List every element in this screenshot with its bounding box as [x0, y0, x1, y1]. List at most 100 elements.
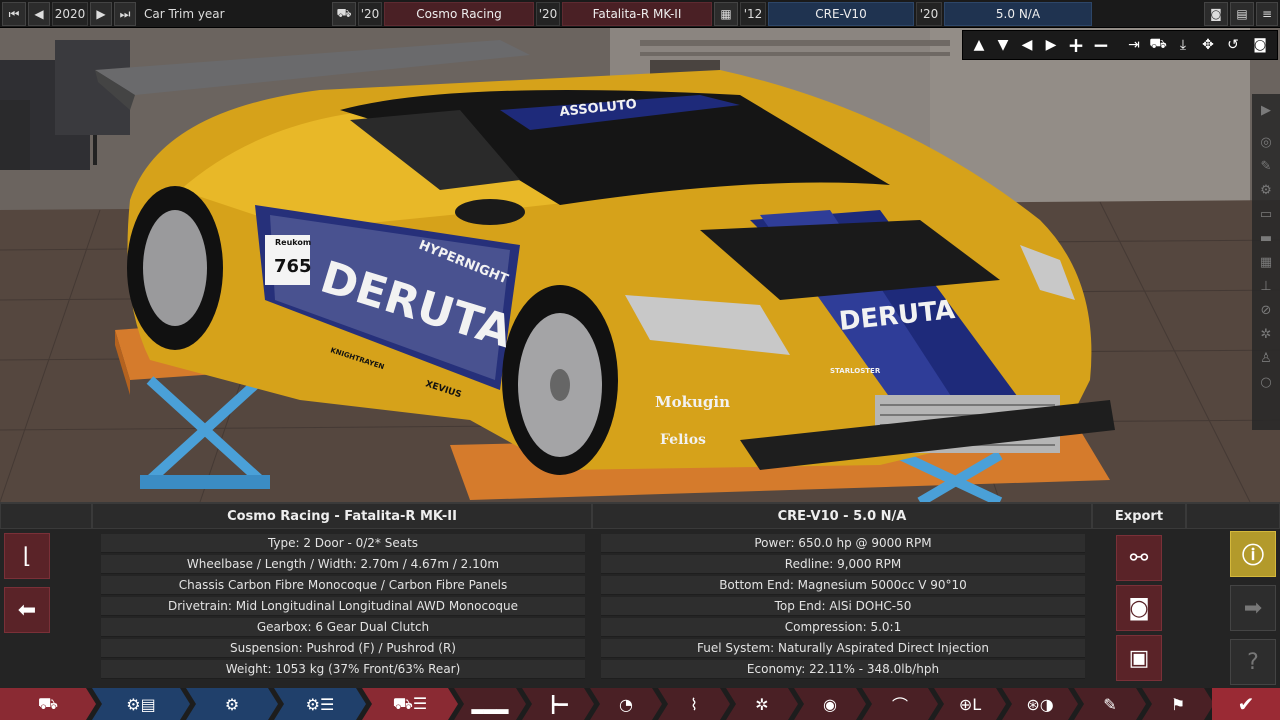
save-button[interactable]: ▣ [1116, 635, 1162, 681]
reset-view-icon[interactable]: ↺ [1222, 34, 1244, 56]
brake-disc-icon: ◉ [823, 694, 837, 714]
trim-year-label: Car Trim year [144, 7, 225, 21]
car-sponsor-felios: Felios [660, 432, 706, 448]
nav-paint[interactable]: ✎ [1074, 688, 1146, 720]
engine-spec-row: Economy: 22.11% - 348.0lb/hph [601, 660, 1085, 679]
nav-suspension[interactable]: ⌇ [658, 688, 730, 720]
grille-icon[interactable]: ▦ [1256, 252, 1276, 272]
engine-family-name[interactable]: CRE-V10 [768, 2, 914, 26]
right-column-header [1186, 503, 1280, 529]
car-view-icon[interactable]: ⛟ [1147, 34, 1169, 56]
car-sponsor-mokugin: Mokugin [655, 393, 730, 411]
left-column-header [0, 503, 92, 529]
nav-wheels[interactable]: ✲ [726, 688, 798, 720]
share-icon: ⚯ [1129, 545, 1149, 571]
nav-engine-tune[interactable]: ⚙☰ [274, 688, 366, 720]
first-year-button[interactable]: ⏮ [2, 2, 26, 26]
play-icon[interactable]: ▶ [1256, 100, 1276, 120]
trim-year-value: 2020 [52, 2, 88, 26]
align-right-icon[interactable]: ⇥ [1123, 34, 1145, 56]
share-button[interactable]: ⚯ [1116, 535, 1162, 581]
rotate-axis-icon[interactable]: ✥ [1197, 34, 1219, 56]
car-spec-row: Drivetrain: Mid Longitudinal Longitudina… [101, 597, 585, 616]
wheel-icon: ✲ [755, 694, 769, 714]
engine-spec-row: Power: 650.0 hp @ 9000 RPM [601, 534, 1085, 553]
car-model-icon[interactable]: ⛟ [332, 2, 356, 26]
engine-tune-icon: ⚙☰ [305, 694, 335, 714]
back-button[interactable]: ⬅ [4, 587, 50, 633]
top-bar: ⏮ ◀ 2020 ▶ ⏭ Car Trim year ⛟ '20 Cosmo R… [0, 0, 1280, 28]
move-up-icon[interactable]: ▲ [968, 34, 990, 56]
engine-family-icon: ⚙▤ [126, 694, 156, 714]
designer-nav-bar: ⛟ ⚙▤ ⚙ ⚙☰ ⛟☰ ▂▂▂ ┣━ ◔ ⌇ ✲ ◉ ⌒ ⊕L ⊛◑ ✎ ⚑ … [0, 688, 1280, 720]
move-left-icon[interactable]: ◀ [1016, 34, 1038, 56]
circle-icon[interactable]: ○ [1256, 372, 1276, 392]
warning-button[interactable]: ⓘ [1230, 531, 1276, 577]
aero-icon: ⌒ [891, 696, 908, 715]
camera-icon[interactable]: ◙ [1204, 2, 1228, 26]
nav-engine-variant[interactable]: ⚙ [186, 688, 278, 720]
nav-chassis[interactable]: ┣━ [522, 688, 594, 720]
engine-icon[interactable]: ⚙ [1256, 180, 1276, 200]
nav-brakes[interactable]: ◉ [794, 688, 866, 720]
car-body-icon: ⛟ [37, 693, 59, 713]
screenshot-icon[interactable]: ◙ [1249, 34, 1271, 56]
move-down-icon[interactable]: ▼ [992, 34, 1014, 56]
nav-test-track[interactable]: ⚑ [1142, 688, 1214, 720]
car-spec-row: Wheelbase / Length / Width: 2.70m / 4.67… [101, 555, 585, 574]
next-button[interactable]: ➡ [1230, 585, 1276, 631]
car-race-number: 765 [274, 256, 312, 277]
spreadsheet-icon[interactable]: ▤ [1230, 2, 1254, 26]
nav-trim[interactable]: ⛟☰ [362, 688, 458, 720]
car-viewport[interactable]: 765 Reukom DERUTA HYPERNIGHT ASSOLUTO DE… [0, 0, 1280, 502]
brake-icon[interactable]: ⊘ [1256, 300, 1276, 320]
car-side-icon[interactable]: ▬ [1256, 228, 1276, 248]
model-name[interactable]: Fatalita-R MK-II [562, 2, 712, 26]
engine-spec-row: Fuel System: Naturally Aspirated Direct … [601, 639, 1085, 658]
paint-icon[interactable]: ✎ [1256, 156, 1276, 176]
camera-icon: ◙ [1128, 595, 1150, 621]
engine-spec-row: Compression: 5.0:1 [601, 618, 1085, 637]
next-year-button[interactable]: ▶ [90, 2, 112, 26]
nav-body-style[interactable]: ▂▂▂ [454, 688, 526, 720]
engine-spec-row: Bottom End: Magnesium 5000cc V 90°10 [601, 576, 1085, 595]
driver-icon[interactable]: ♙ [1256, 348, 1276, 368]
photo-button[interactable]: ◙ [1116, 585, 1162, 631]
drop-icon[interactable]: ⤓ [1172, 34, 1194, 56]
last-year-button[interactable]: ⏭ [114, 2, 136, 26]
move-right-icon[interactable]: ▶ [1040, 34, 1062, 56]
menu-icon[interactable]: ≡ [1256, 2, 1278, 26]
nav-aero[interactable]: ⌒ [862, 688, 938, 720]
engine-block-icon[interactable]: ▦ [714, 2, 738, 26]
car-spec-row: Gearbox: 6 Gear Dual Clutch [101, 618, 585, 637]
car-trim-icon: ⛟☰ [392, 693, 428, 713]
nav-interior[interactable]: ⊕L [934, 688, 1006, 720]
nav-car-body[interactable]: ⛟ [0, 688, 96, 720]
prev-year-button[interactable]: ◀ [28, 2, 50, 26]
nav-engine-family[interactable]: ⚙▤ [92, 688, 190, 720]
view-side-rail: ▶ ◎ ✎ ⚙ ▭ ▬ ▦ ⊥ ⊘ ✲ ♙ ○ [1252, 94, 1280, 430]
graph-button[interactable]: ⌊ [4, 533, 50, 579]
zoom-in-icon[interactable]: + [1065, 33, 1087, 57]
nav-headlights[interactable]: ◔ [590, 688, 662, 720]
steering-wheel-icon: ⊛◑ [1026, 694, 1054, 714]
suspension-icon: ⌇ [690, 694, 698, 714]
body-style-icon: ▂▂▂ [471, 694, 509, 714]
finish-button[interactable]: ✔ [1212, 688, 1280, 720]
help-button[interactable]: ? [1230, 639, 1276, 685]
wheel-rim-icon[interactable]: ◎ [1256, 132, 1276, 152]
engine-panel-title: CRE-V10 - 5.0 N/A [592, 503, 1092, 529]
door-icon[interactable]: ▭ [1256, 204, 1276, 224]
scene-toolbar: ▲ ▼ ◀ ▶ + − ⇥ ⛟ ⤓ ✥ ↺ ◙ [962, 30, 1278, 60]
help-icon: ? [1247, 649, 1259, 675]
gear-icon[interactable]: ✲ [1256, 324, 1276, 344]
chassis-icon: ┣━ [548, 694, 568, 714]
car-spec-row: Chassis Carbon Fibre Monocoque / Carbon … [101, 576, 585, 595]
zoom-out-icon[interactable]: − [1090, 33, 1112, 57]
nav-steering[interactable]: ⊛◑ [1002, 688, 1078, 720]
lift-icon[interactable]: ⊥ [1256, 276, 1276, 296]
paint-brush-icon: ✎ [1103, 694, 1117, 714]
company-name[interactable]: Cosmo Racing [384, 2, 534, 26]
car-spec-row: Weight: 1053 kg (37% Front/63% Rear) [101, 660, 585, 679]
engine-variant-name[interactable]: 5.0 N/A [944, 2, 1092, 26]
